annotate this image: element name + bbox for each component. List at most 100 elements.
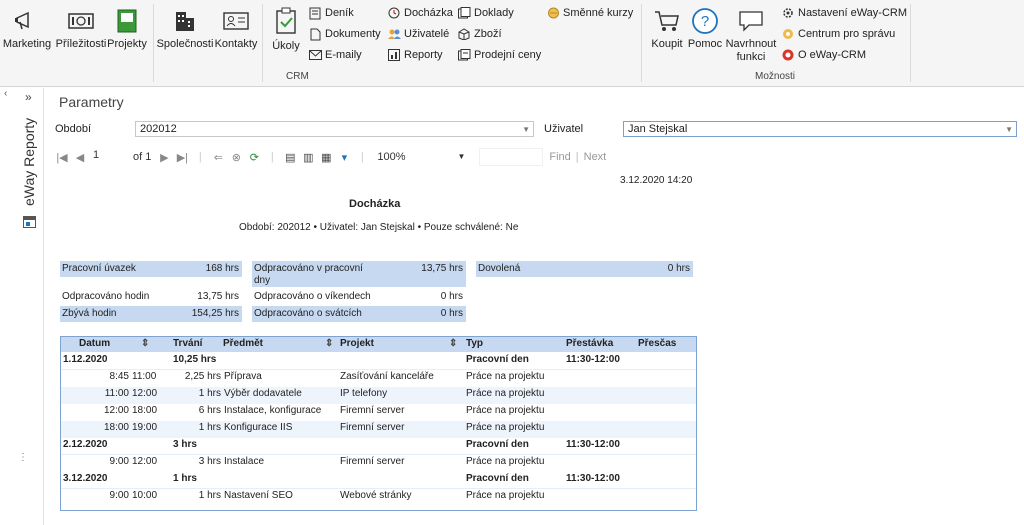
toolbar-divider: | bbox=[198, 151, 202, 163]
period-value: 202012 bbox=[140, 123, 177, 135]
user-select[interactable]: Jan Stejskal ▼ bbox=[623, 121, 1017, 137]
print-layout-icon[interactable]: ▥ bbox=[301, 149, 315, 165]
collapse-arrow-icon[interactable]: ‹ bbox=[4, 88, 7, 99]
ribbon: Marketing Příležitosti Projekty Společno… bbox=[0, 0, 1024, 87]
ribbon-separator bbox=[910, 4, 911, 82]
expand-chevron[interactable]: » bbox=[25, 90, 32, 104]
settings-button[interactable]: Nastavení eWay-CRM bbox=[781, 5, 907, 21]
find-button[interactable]: Find bbox=[549, 151, 570, 163]
companies-button[interactable]: Společnosti bbox=[157, 6, 213, 51]
table-row[interactable]: 18:00 19:00 1 hrs Konfigurace IIS Firemní se… bbox=[61, 421, 696, 438]
sort-icon[interactable]: ⇕ bbox=[449, 338, 457, 349]
day-row: 2.12.2020 3 hrs Pracovní den 11:30-12:00 bbox=[61, 438, 696, 455]
journal-button[interactable]: Deník bbox=[308, 5, 354, 21]
sort-icon[interactable]: ⇕ bbox=[325, 338, 333, 349]
col-prescas[interactable]: Přesčas bbox=[638, 338, 676, 349]
tasks-icon bbox=[274, 6, 298, 36]
col-projekt[interactable]: Projekt bbox=[340, 338, 374, 349]
marketing-label: Marketing bbox=[2, 38, 52, 50]
admin-center-button[interactable]: Centrum pro správu bbox=[781, 26, 895, 42]
refresh-icon[interactable]: ⟳ bbox=[247, 149, 261, 165]
day-row: 3.12.2020 1 hrs Pracovní den 11:30-12:00 bbox=[61, 472, 696, 489]
page-number-input[interactable]: 1 bbox=[91, 149, 125, 165]
table-row[interactable]: 11:00 12:00 1 hrs Výběr dodavatele IP telefo… bbox=[61, 387, 696, 404]
day-date: 1.12.2020 bbox=[63, 354, 108, 365]
about-button[interactable]: O eWay-CRM bbox=[781, 47, 866, 63]
projects-button[interactable]: Projekty bbox=[106, 6, 148, 51]
back-icon[interactable]: ⇐ bbox=[211, 149, 225, 165]
users-label: Uživatelé bbox=[404, 28, 450, 40]
row-project: Firemní server bbox=[340, 456, 405, 467]
tasks-button[interactable]: Úkoly bbox=[268, 6, 304, 53]
day-break: 11:30-12:00 bbox=[566, 439, 620, 450]
col-trvani[interactable]: Trvání bbox=[173, 338, 202, 349]
day-total: 10,25 hrs bbox=[173, 354, 217, 365]
summary-value: 13,75 hrs bbox=[197, 291, 239, 302]
row-from: 18:00 bbox=[103, 422, 129, 433]
reports-window-icon bbox=[23, 216, 36, 228]
opportunities-button[interactable]: Příležitosti bbox=[53, 6, 109, 51]
day-type: Pracovní den bbox=[466, 439, 529, 450]
marketing-button[interactable]: Marketing bbox=[2, 6, 52, 51]
find-input[interactable] bbox=[479, 148, 544, 166]
suggest-feature-label: Navrhnout funkci bbox=[725, 38, 777, 63]
previous-page-icon[interactable]: ◀ bbox=[73, 149, 87, 165]
reports-button[interactable]: Reporty bbox=[387, 47, 443, 63]
row-subject: Konfigurace IIS bbox=[224, 422, 293, 433]
exchange-rates-label: Směnné kurzy bbox=[563, 7, 634, 19]
print-icon[interactable]: ▤ bbox=[283, 149, 297, 165]
row-duration: 1 hrs bbox=[198, 388, 221, 399]
row-project: Firemní server bbox=[340, 422, 405, 433]
attendance-label: Docházka bbox=[404, 7, 453, 19]
help-button[interactable]: ? Pomoc bbox=[686, 6, 724, 51]
next-button[interactable]: Next bbox=[584, 151, 607, 163]
last-page-icon[interactable]: ▶| bbox=[175, 149, 189, 165]
user-value: Jan Stejskal bbox=[628, 123, 688, 135]
table-row[interactable]: 8:45 11:00 2,25 hrs Příprava Zasíťování kanc… bbox=[61, 370, 696, 387]
summary-label: Odpracováno v pracovní dny bbox=[254, 263, 363, 286]
first-page-icon[interactable]: |◀ bbox=[55, 149, 69, 165]
row-from: 9:00 bbox=[109, 456, 129, 467]
row-to: 10:00 bbox=[132, 490, 158, 501]
documents-button[interactable]: Dokumenty bbox=[308, 26, 381, 42]
col-prestavka[interactable]: Přestávka bbox=[566, 338, 613, 349]
row-type: Práce na projektu bbox=[466, 490, 545, 501]
attendance-button[interactable]: Docházka bbox=[387, 5, 453, 21]
buy-button[interactable]: Koupit bbox=[648, 6, 686, 51]
toolbar-divider: | bbox=[360, 151, 364, 163]
about-label: O eWay-CRM bbox=[798, 49, 867, 61]
emails-button[interactable]: E-maily bbox=[308, 47, 362, 63]
zoom-select[interactable]: 100% ▼ bbox=[373, 149, 473, 165]
col-typ[interactable]: Typ bbox=[466, 338, 483, 349]
row-duration: 3 hrs bbox=[198, 456, 221, 467]
col-datum[interactable]: Datum bbox=[79, 338, 110, 349]
stop-icon[interactable]: ⊗ bbox=[229, 149, 243, 165]
table-row[interactable]: 9:00 10:00 1 hrs Nastavení SEO Webové stránk… bbox=[61, 489, 696, 506]
page-setup-icon[interactable]: ▦ bbox=[319, 149, 333, 165]
email-icon bbox=[308, 48, 322, 62]
export-icon[interactable]: ▾ bbox=[337, 149, 351, 165]
table-row[interactable]: 9:00 12:00 3 hrs Instalace Firemní server Prá… bbox=[61, 455, 696, 472]
goods-button[interactable]: Zboží bbox=[457, 26, 502, 42]
next-page-icon[interactable]: ▶ bbox=[157, 149, 171, 165]
invoices-button[interactable]: Doklady bbox=[457, 5, 514, 21]
splitter-grip[interactable]: ⋮ bbox=[18, 453, 28, 463]
contacts-button[interactable]: Kontakty bbox=[213, 6, 259, 51]
exchange-rates-button[interactable]: Směnné kurzy bbox=[546, 5, 633, 21]
suggest-feature-button[interactable]: Navrhnout funkci bbox=[724, 6, 778, 64]
row-type: Práce na projektu bbox=[466, 422, 545, 433]
users-button[interactable]: Uživatelé bbox=[387, 26, 449, 42]
prices-button[interactable]: Prodejní ceny bbox=[457, 47, 541, 63]
day-total: 1 hrs bbox=[173, 473, 197, 484]
tasks-label: Úkoly bbox=[272, 40, 300, 52]
eway-reports-side-tab[interactable]: » eWay Reporty ⋮ bbox=[17, 88, 44, 525]
row-type: Práce na projektu bbox=[466, 456, 545, 467]
summary-value: 0 hrs bbox=[440, 291, 463, 302]
table-row[interactable]: 12:00 18:00 6 hrs Instalace, konfigurace Fir… bbox=[61, 404, 696, 421]
admin-center-label: Centrum pro správu bbox=[798, 28, 896, 40]
sort-icon[interactable]: ⇕ bbox=[141, 338, 149, 349]
invoices-icon bbox=[457, 6, 471, 20]
ribbon-separator bbox=[153, 4, 154, 82]
period-select[interactable]: 202012 ▼ bbox=[135, 121, 534, 137]
col-predmet[interactable]: Předmět bbox=[223, 338, 263, 349]
